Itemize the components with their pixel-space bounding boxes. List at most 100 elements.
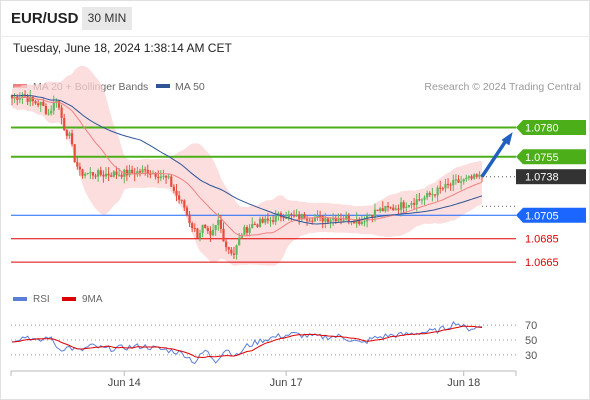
legend-swatch-9ma [62, 297, 76, 301]
candle-body [305, 219, 309, 221]
candle-body [222, 228, 225, 242]
candle-body [94, 175, 97, 177]
candle-body [311, 220, 314, 222]
candle-body [73, 144, 76, 163]
legend-label-ma50: MA 50 [175, 81, 205, 93]
candle-body [68, 133, 71, 136]
candle-body [78, 166, 81, 170]
candle-body [319, 215, 322, 217]
candle-body [149, 173, 152, 175]
candle-body [326, 218, 330, 222]
candle [73, 143, 76, 163]
candle-body [26, 96, 29, 102]
candle-body [180, 199, 183, 201]
candle-body [214, 224, 217, 230]
candle-body [431, 194, 434, 196]
candle-body [282, 217, 285, 219]
level-label-2: 1.0705 [525, 210, 559, 222]
candle-body [399, 202, 403, 210]
candle-body [452, 179, 455, 186]
candle-body [138, 171, 142, 173]
candle-body [363, 221, 366, 223]
candle-body [251, 223, 254, 228]
candle-body [473, 174, 476, 179]
candle-body [39, 101, 42, 106]
candle-body [258, 218, 262, 227]
candle-body [248, 227, 251, 233]
candle-body [230, 249, 233, 254]
candle-body [164, 175, 168, 178]
level-label-4: 1.0665 [525, 257, 559, 269]
candle-body [204, 224, 207, 228]
candle-body [397, 208, 400, 210]
candle-body [206, 227, 209, 231]
candle-body [439, 187, 442, 189]
candle-body [141, 169, 144, 173]
candle-body [245, 227, 249, 233]
candle-body [63, 117, 66, 131]
candle-body [97, 170, 100, 177]
candle-body [423, 197, 426, 200]
candle-body [178, 195, 181, 200]
candle-body [235, 245, 238, 255]
candle-body [290, 214, 293, 216]
candle-body [386, 205, 390, 208]
candle-body [60, 107, 63, 118]
level-label-3: 1.0685 [525, 234, 559, 246]
candle-body [52, 101, 55, 111]
candle-body [209, 230, 212, 236]
candle-body [76, 162, 79, 167]
candle-body [159, 176, 162, 179]
candle-body [89, 172, 92, 174]
candle-body [157, 176, 160, 179]
candle-body [170, 176, 173, 187]
candle-body [376, 209, 379, 212]
candle-body [449, 184, 452, 186]
candle-body [167, 176, 170, 178]
candle-body [131, 169, 134, 173]
candle-body [266, 218, 269, 221]
candle-body [81, 169, 84, 176]
candle-body [217, 220, 220, 225]
candle-body [392, 207, 395, 211]
rsi-panel: 70 50 30 [11, 320, 537, 364]
candle-body [50, 110, 53, 114]
x-tick-label: Jun 17 [270, 377, 303, 389]
candle-body [444, 183, 447, 189]
candle-body [329, 219, 332, 222]
time-axis: Jun 14 Jun 17 Jun 18 [10, 370, 517, 389]
candle-body [389, 207, 392, 209]
candle-body [371, 214, 374, 217]
candle-body [34, 101, 37, 104]
candle-body [407, 205, 410, 207]
legend-swatch-rsi [13, 297, 27, 301]
candle-body [188, 214, 191, 224]
candle-body [436, 187, 439, 196]
candle-body [342, 219, 345, 221]
candle-body [128, 169, 131, 176]
candle-body [84, 173, 87, 176]
candle-body [475, 174, 478, 177]
candle-body [110, 175, 113, 177]
candle-body [337, 219, 340, 222]
candle-body [44, 105, 48, 114]
candle-body [339, 219, 343, 221]
candle-body [454, 179, 457, 181]
candle-body [112, 171, 115, 177]
candle-body [102, 174, 105, 177]
candle-body [256, 224, 259, 227]
candle-body [238, 237, 241, 246]
legend-label-rsi: RSI [33, 294, 50, 305]
candle-body [446, 183, 450, 185]
candle-body [441, 188, 444, 190]
candle-body [324, 218, 327, 222]
candle-body [321, 216, 324, 222]
candle-body [125, 169, 128, 176]
candle-body [415, 199, 418, 205]
candle-body [360, 221, 363, 224]
candle-body [211, 229, 215, 236]
candle-body [467, 176, 471, 178]
legend-label-9ma: 9MA [82, 294, 103, 305]
candle-body [99, 170, 102, 175]
candle-body [232, 253, 236, 255]
